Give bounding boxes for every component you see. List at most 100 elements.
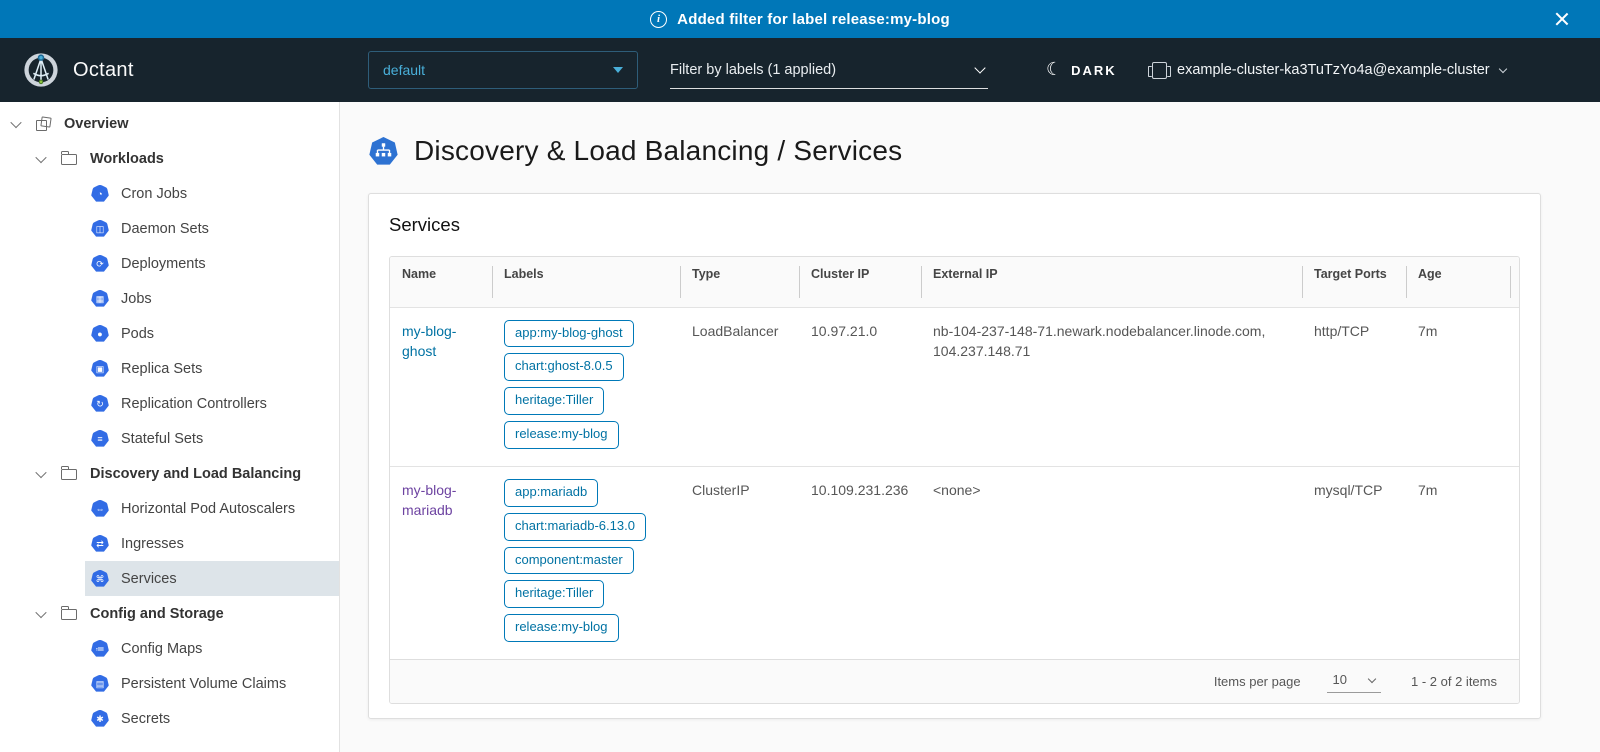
items-per-page-label: Items per page [1214, 674, 1301, 689]
sidebar-item-label: Replica Sets [121, 361, 202, 377]
caret-down-icon[interactable] [10, 116, 21, 127]
page-size-select[interactable]: 10 [1327, 670, 1381, 693]
col-header-age: Age [1406, 257, 1510, 307]
sidebar-item-label: Secrets [121, 711, 170, 727]
sidebar-item-pods[interactable]: ●Pods [0, 316, 339, 351]
label-pill[interactable]: app:my-blog-ghost [504, 320, 634, 348]
cell-cluster-ip: 10.109.231.236 [799, 466, 921, 659]
sidebar-item-label: Discovery and Load Balancing [90, 466, 301, 482]
sidebar-item-label: Config and Storage [90, 606, 224, 622]
sidebar-item-label: Deployments [121, 256, 206, 272]
secrets-icon: ✱ [91, 710, 109, 728]
cell-type: ClusterIP [680, 466, 799, 659]
sidebar-item-config-and-storage[interactable]: Config and Storage [0, 596, 339, 631]
page-header: Discovery & Load Balancing / Services [368, 135, 1600, 167]
cell-cluster-ip: 10.97.21.0 [799, 307, 921, 466]
cluster-selector[interactable]: example-cluster-ka3TuTzYo4a@example-clus… [1152, 38, 1506, 102]
sidebar-item-label: Workloads [90, 151, 164, 167]
cell-target-ports: mysql/TCP [1302, 466, 1406, 659]
label-pill[interactable]: component:master [504, 547, 634, 575]
label-pill[interactable]: chart:mariadb-6.13.0 [504, 513, 646, 541]
sidebar-item-persistent-volume-claims[interactable]: ▤Persistent Volume Claims [0, 666, 339, 701]
label-pill[interactable]: heritage:Tiller [504, 387, 604, 415]
cell-empty [1510, 307, 1519, 466]
caret-down-icon[interactable] [35, 151, 46, 162]
services-table: NameLabelsTypeCluster IPExternal IPTarge… [389, 256, 1520, 704]
label-pill[interactable]: app:mariadb [504, 479, 598, 507]
col-header-type: Type [680, 257, 799, 307]
octant-logo-icon [22, 51, 60, 89]
sidebar-item-discovery-and-load-balancing[interactable]: Discovery and Load Balancing [0, 456, 339, 491]
label-pill[interactable]: chart:ghost-8.0.5 [504, 353, 624, 381]
chevron-down-icon [1368, 674, 1376, 682]
col-header-cluster-ip: Cluster IP [799, 257, 921, 307]
sidebar-nav: Overview Workloads ◔ Cron Jobs ◫ Daemon Sets ⟳… [0, 102, 340, 752]
sidebar-item-label: Services [121, 571, 177, 587]
cell-labels: app:mariadb chart:mariadb-6.13.0 component… [492, 466, 680, 659]
close-icon[interactable] [1554, 11, 1570, 27]
table-body: my-blog-ghost app:my-blog-ghost chart:ghos… [390, 307, 1519, 659]
sidebar-item-cron-jobs[interactable]: ◔ Cron Jobs [0, 176, 339, 211]
card-title: Services [389, 214, 1520, 236]
sidebar-item-label: Config Maps [121, 641, 202, 657]
caret-down-icon [613, 67, 623, 73]
persistent-volume-claims-icon: ▤ [91, 675, 109, 693]
sidebar-item-label: Overview [64, 116, 129, 132]
sidebar-item-label: Daemon Sets [121, 221, 209, 237]
sidebar-item-label: Stateful Sets [121, 431, 203, 447]
sidebar-item-label: Cron Jobs [121, 186, 187, 202]
sidebar-item-services[interactable]: ⌘Services [0, 561, 339, 596]
service-icon [368, 136, 399, 167]
horizontal-pod-autoscalers-icon: ⇔ [91, 500, 109, 518]
label-filter-dropdown[interactable]: Filter by labels (1 applied) [670, 51, 988, 89]
cell-age: 7m [1406, 466, 1510, 659]
caret-down-icon[interactable] [35, 466, 46, 477]
moon-icon: ☾ [1046, 60, 1062, 78]
folder-icon [61, 154, 77, 165]
service-name-link[interactable]: my-blog-ghost [402, 323, 456, 359]
cell-empty [1510, 466, 1519, 659]
app-title: Octant [73, 59, 134, 82]
daemon-sets-icon: ◫ [91, 220, 109, 238]
sidebar-item-horizontal-pod-autoscalers[interactable]: ⇔Horizontal Pod Autoscalers [0, 491, 339, 526]
namespace-select[interactable]: default [368, 51, 638, 89]
sidebar-item-config-maps[interactable]: ≔ Config Maps [0, 631, 339, 666]
dark-mode-toggle[interactable]: ☾ DARK [1046, 38, 1117, 102]
label-pill[interactable]: release:my-blog [504, 614, 619, 642]
sidebar-item-secrets[interactable]: ✱ Secrets [0, 701, 339, 736]
config-maps-icon: ≔ [91, 640, 109, 658]
alert-message: Added filter for label release:my-blog [677, 11, 950, 28]
cell-labels: app:my-blog-ghost chart:ghost-8.0.5 herita… [492, 307, 680, 466]
namespace-value: default [383, 62, 425, 78]
service-name-link[interactable]: my-blog-mariadb [402, 482, 456, 518]
sidebar-item-deployments[interactable]: ⟳Deployments [0, 246, 339, 281]
sidebar-item-daemon-sets[interactable]: ◫ Daemon Sets [0, 211, 339, 246]
sidebar-item-label: Ingresses [121, 536, 184, 552]
app-header: Octant default Filter by labels (1 appli… [0, 38, 1600, 102]
page-title: Discovery & Load Balancing / Services [414, 135, 902, 167]
cron-jobs-icon: ◔ [91, 185, 109, 203]
table-row: my-blog-mariadb app:mariadb chart:mariadb-… [390, 466, 1519, 659]
cell-age: 7m [1406, 307, 1510, 466]
sidebar-item-overview[interactable]: Overview [0, 106, 339, 141]
table-footer: Items per page 10 1 - 2 of 2 items [390, 659, 1519, 703]
info-icon: i [650, 11, 667, 28]
pagination-range: 1 - 2 of 2 items [1411, 674, 1497, 689]
label-pill[interactable]: heritage:Tiller [504, 580, 604, 608]
sidebar-item-label: Replication Controllers [121, 396, 267, 412]
sidebar-item-replica-sets[interactable]: ▣Replica Sets [0, 351, 339, 386]
sidebar-item-workloads[interactable]: Workloads [0, 141, 339, 176]
label-pill[interactable]: release:my-blog [504, 421, 619, 449]
table-header-row: NameLabelsTypeCluster IPExternal IPTarge… [390, 257, 1519, 307]
sidebar-item-ingresses[interactable]: ⇄Ingresses [0, 526, 339, 561]
cell-name: my-blog-ghost [390, 307, 492, 466]
folder-icon [61, 609, 77, 620]
folder-icon [61, 469, 77, 480]
caret-down-icon[interactable] [35, 606, 46, 617]
col-header-name: Name [390, 257, 492, 307]
sidebar-item-jobs[interactable]: ▦Jobs [0, 281, 339, 316]
overview-icon [36, 117, 51, 131]
brand: Octant [22, 38, 134, 102]
sidebar-item-replication-controllers[interactable]: ↻Replication Controllers [0, 386, 339, 421]
sidebar-item-stateful-sets[interactable]: ≡Stateful Sets [0, 421, 339, 456]
